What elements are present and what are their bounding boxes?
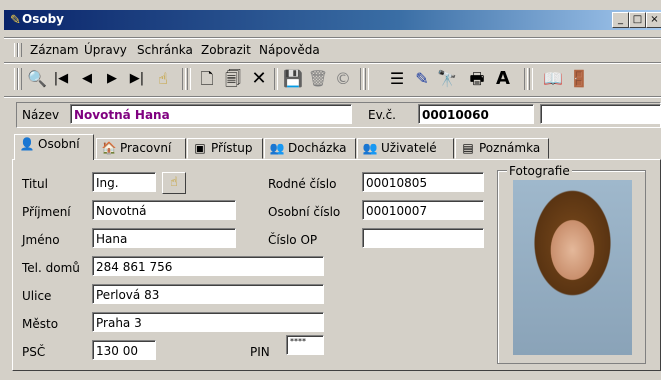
tab-poznamka[interactable]: ▤ Poznámka [455,138,549,159]
toolbar-separator [360,68,364,90]
work-icon: 🏠 [101,141,117,155]
tab-label: Poznámka [479,141,541,155]
titul-field[interactable]: Ing. [92,172,156,192]
app-icon: ✎ [10,13,21,28]
tab-label: Přístup [211,141,253,155]
prijmeni-label: Příjmení [22,205,71,219]
toolbar-separator [187,68,191,90]
help-book-icon[interactable]: 📖 [542,68,564,90]
menu-upravy[interactable]: Úpravy [84,43,127,57]
close-button[interactable]: × [646,12,661,28]
refresh-icon[interactable]: © [332,68,354,90]
evc-label: Ev.č. [368,108,396,122]
osobni-cislo-field[interactable]: 00010007 [362,200,484,220]
cislo-op-label: Číslo OP [268,233,318,247]
exit-door-icon[interactable]: 🚪 [568,68,590,90]
rodne-cislo-label: Rodné číslo [268,177,337,191]
window-title: Osoby [22,12,64,26]
maximize-button[interactable]: □ [629,12,646,28]
mesto-field[interactable]: Praha 3 [92,312,324,332]
minimize-button[interactable]: _ [612,12,629,28]
psc-field[interactable]: 130 00 [92,340,156,360]
jmeno-field[interactable]: Hana [92,228,236,248]
access-icon: ▣ [194,141,206,155]
toolbar-separator [524,68,528,90]
tab-uzivatele[interactable]: 👥 Uživatelé [357,138,454,159]
goto-icon[interactable]: ☝ [152,68,174,90]
font-icon[interactable]: A [492,68,514,90]
first-record-icon[interactable]: |◀ [50,68,72,90]
copy-record-icon[interactable]: 🗐 [222,68,244,90]
menu-napoveda[interactable]: Nápověda [259,43,320,57]
person-photo[interactable] [513,180,632,355]
last-record-icon[interactable]: ▶| [126,68,148,90]
print-icon[interactable]: 🖶 [466,68,488,90]
name-field[interactable]: Novotná Hana [70,104,352,124]
toolbar-separator [274,68,278,90]
toolbar-grip [18,68,22,90]
find-icon[interactable]: 🔭 [436,68,458,90]
tab-label: Osobní [38,137,80,151]
users-icon: 👥 [362,141,378,155]
pin-field[interactable]: **** [286,335,324,355]
evc-field[interactable]: 00010060 [418,104,534,124]
next-record-icon[interactable]: ▶ [101,68,123,90]
menu-zobrazit[interactable]: Zobrazit [201,43,251,57]
photo-label: Fotografie [507,164,572,178]
psc-label: PSČ [22,345,46,359]
ulice-label: Ulice [22,289,52,303]
mesto-label: Město [22,317,59,331]
cancel-icon[interactable]: 🗑 [307,68,329,90]
new-record-icon[interactable]: 🗋 [196,68,218,90]
tab-label: Pracovní [120,141,172,155]
tab-pracovni[interactable]: 🏠 Pracovní [96,138,186,159]
prijmeni-field[interactable]: Novotná [92,200,236,220]
tab-label: Uživatelé [381,141,437,155]
toolbar-separator [529,68,533,90]
tab-label: Docházka [288,141,347,155]
title-lookup-icon[interactable]: ☝ [162,172,186,194]
ulice-field[interactable]: Perlová 83 [92,284,324,304]
extra-field[interactable] [540,104,661,124]
previous-record-icon[interactable]: ◀ [76,68,98,90]
attendance-icon: 👥 [269,141,285,155]
menu-bar: Záznam Úpravy Schránka Zobrazit Nápověda [4,39,661,61]
menu-schranka[interactable]: Schránka [137,43,193,57]
rodne-cislo-field[interactable]: 00010805 [362,172,484,192]
list-icon[interactable]: ☰ [386,68,408,90]
filter-icon[interactable]: ✎ [411,68,433,90]
save-icon[interactable]: 💾 [282,68,304,90]
name-label: Název [22,108,60,122]
pin-label: PIN [250,345,270,359]
search-icon[interactable]: 🔍 [26,68,48,90]
person-icon: 👤 [19,137,35,151]
jmeno-label: Jméno [22,233,60,247]
cislo-op-field[interactable] [362,228,484,248]
toolbar-separator [182,68,186,90]
titul-label: Titul [22,177,48,191]
menu-grip [18,43,22,57]
tab-dochazka[interactable]: 👥 Docházka [264,138,356,159]
menu-zaznam[interactable]: Záznam [30,43,79,57]
title-bar: ✎ Osoby _ □ × [4,10,661,30]
tel-label: Tel. domů [22,261,80,275]
toolbar: 🔍 |◀ ◀ ▶ ▶| ☝ 🗋 🗐 ✕ 💾 🗑 © ☰ ✎ 🔭 🖶 A 📖 🚪 [4,64,661,94]
toolbar-bottom-divider [4,96,661,98]
osobni-cislo-label: Osobní číslo [268,205,341,219]
tel-field[interactable]: 284 861 756 [92,256,324,276]
tab-pristup[interactable]: ▣ Přístup [187,138,263,159]
tab-osobni[interactable]: 👤 Osobní [14,134,94,160]
delete-icon[interactable]: ✕ [248,68,270,90]
toolbar-separator [365,68,369,90]
note-icon: ▤ [462,141,474,155]
